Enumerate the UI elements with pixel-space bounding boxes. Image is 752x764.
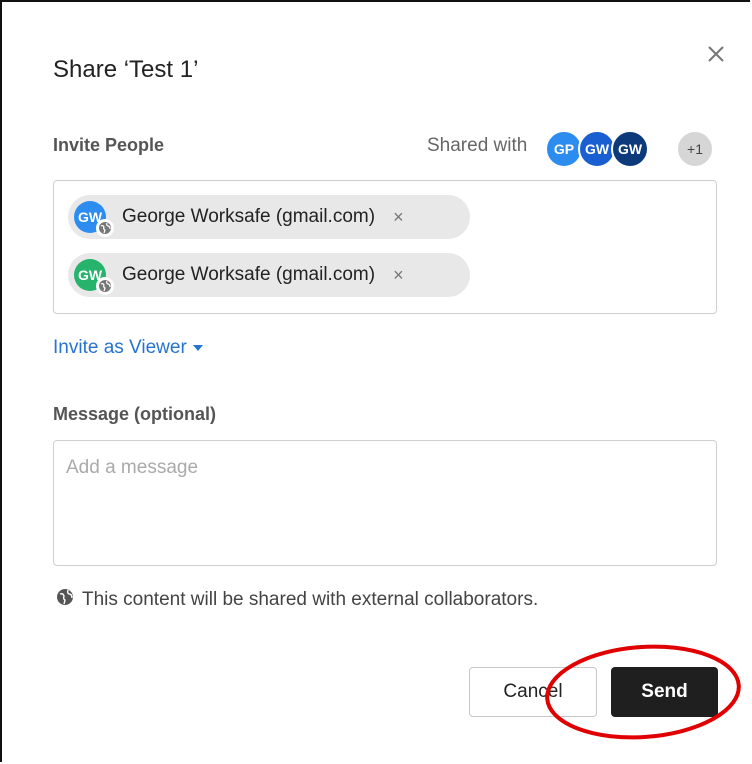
remove-recipient-icon[interactable]: × bbox=[393, 207, 404, 228]
share-dialog: Share ‘Test 1’ Invite People Shared with… bbox=[0, 0, 750, 762]
dialog-title: Share ‘Test 1’ bbox=[53, 56, 199, 83]
recipient-pill: GW George Worksafe (gmail.com) × bbox=[68, 253, 470, 297]
avatar: GW bbox=[74, 259, 114, 295]
invite-role-dropdown[interactable]: Invite as Viewer bbox=[53, 337, 203, 359]
avatar: GW bbox=[74, 201, 114, 237]
annotation-highlight bbox=[545, 644, 741, 740]
more-collaborators-badge[interactable]: +1 bbox=[676, 130, 714, 168]
notice-text: This content will be shared with externa… bbox=[82, 589, 539, 610]
invite-people-field[interactable]: GW George Worksafe (gmail.com) × GW Geor… bbox=[53, 180, 717, 314]
globe-icon bbox=[96, 277, 114, 295]
invite-people-label: Invite People bbox=[53, 135, 165, 155]
send-button[interactable]: Send bbox=[611, 667, 718, 717]
shared-with-label: Shared with bbox=[427, 135, 528, 156]
chevron-down-icon bbox=[192, 344, 203, 351]
globe-icon bbox=[56, 588, 74, 612]
recipient-name: George Worksafe (gmail.com) bbox=[122, 264, 376, 285]
message-input[interactable] bbox=[53, 440, 717, 566]
globe-icon bbox=[96, 219, 114, 237]
recipient-pill: GW George Worksafe (gmail.com) × bbox=[68, 195, 470, 239]
invite-role-label: Invite as Viewer bbox=[53, 337, 187, 358]
external-collaborators-notice: This content will be shared with externa… bbox=[56, 588, 538, 612]
recipient-name: George Worksafe (gmail.com) bbox=[122, 206, 376, 227]
remove-recipient-icon[interactable]: × bbox=[393, 265, 404, 286]
message-label: Message (optional) bbox=[53, 404, 217, 424]
close-icon[interactable] bbox=[704, 42, 728, 66]
avatar[interactable]: GW bbox=[611, 130, 649, 168]
cancel-button[interactable]: Cancel bbox=[469, 667, 597, 717]
